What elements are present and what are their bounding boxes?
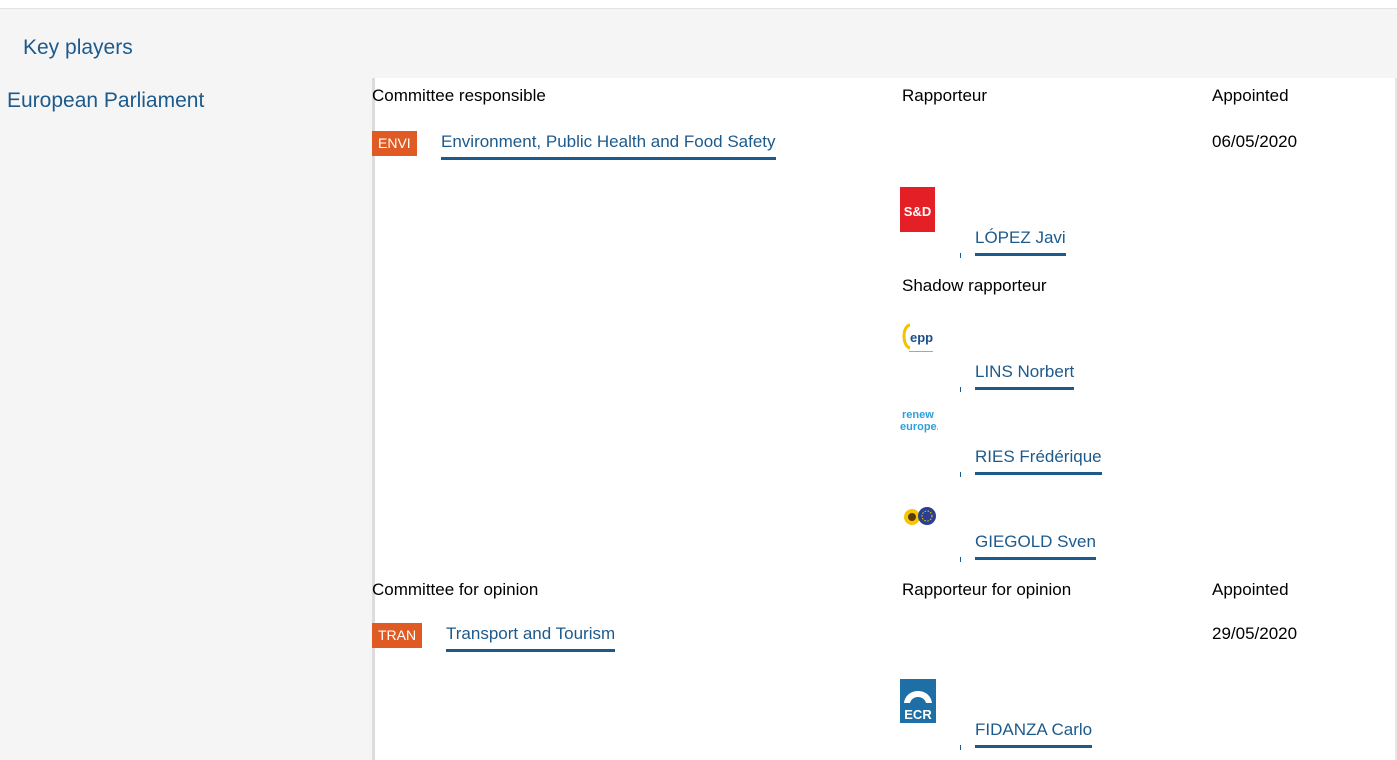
committee-badge-envi: ENVI	[372, 131, 417, 156]
shadow-rapporteur-link-3[interactable]: GIEGOLD Sven	[975, 532, 1096, 560]
renew-europe-group-logo: renew europe.	[900, 409, 938, 433]
committee-link-tran[interactable]: Transport and Tourism	[446, 624, 616, 652]
svg-text:europe.: europe.	[900, 421, 938, 433]
rapporteur-link[interactable]: LÓPEZ Javi	[975, 228, 1066, 256]
key-players-header: Key players	[0, 8, 1397, 78]
committee-opinion-heading: Committee for opinion	[372, 580, 539, 599]
link-tick	[960, 472, 961, 477]
svg-text:ECR: ECR	[904, 707, 932, 722]
ecr-group-logo: ECR	[900, 679, 936, 723]
appointed-date: 06/05/2020	[1212, 132, 1298, 151]
committee-badge-tran: TRAN	[372, 623, 423, 648]
section-title: Key players	[23, 36, 133, 59]
svg-text:renew: renew	[902, 409, 934, 421]
institution-name: European Parliament	[7, 89, 205, 112]
rapporteur-opinion-heading: Rapporteur for opinion	[902, 580, 1072, 599]
shadow-rapporteur-link-2[interactable]: RIES Frédérique	[975, 447, 1102, 475]
appointed-heading-opinion: Appointed	[1212, 580, 1289, 599]
shadow-rapporteur-link-1[interactable]: LINS Norbert	[975, 362, 1075, 390]
appointed-heading: Appointed	[1212, 86, 1289, 105]
appointed-date-opinion: 29/05/2020	[1212, 624, 1298, 643]
epp-group-logo: epp	[902, 323, 933, 352]
link-tick	[960, 387, 961, 392]
svg-text:epp: epp	[910, 330, 933, 345]
link-tick	[960, 253, 961, 258]
committee-responsible-heading: Committee responsible	[372, 86, 546, 105]
shadow-rapporteur-heading: Shadow rapporteur	[902, 276, 1047, 295]
link-tick	[960, 745, 961, 750]
greens-efa-group-logo	[904, 507, 936, 525]
sd-group-logo: S&D	[900, 187, 935, 232]
link-tick	[960, 557, 961, 562]
column-divider	[372, 78, 375, 760]
svg-text:S&D: S&D	[904, 204, 931, 219]
rapporteur-opinion-link[interactable]: FIDANZA Carlo	[975, 720, 1093, 748]
rapporteur-heading: Rapporteur	[902, 86, 988, 105]
institution-column: European Parliament	[0, 78, 372, 760]
committee-link-envi[interactable]: Environment, Public Health and Food Safe…	[441, 132, 776, 160]
